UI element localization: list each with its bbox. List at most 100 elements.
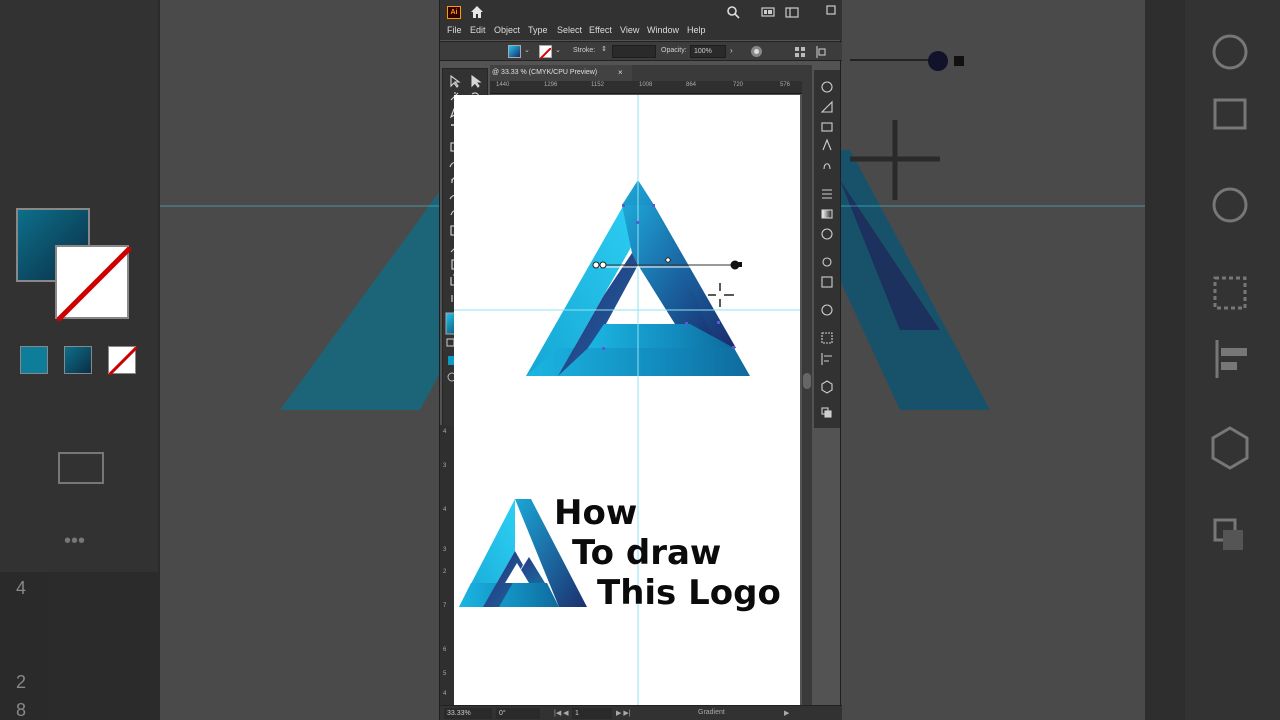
search-icon[interactable]: [726, 5, 740, 19]
ruler-label: 720: [733, 82, 744, 88]
ruler-label: 2: [443, 569, 447, 575]
color-panel-icon[interactable]: [821, 81, 833, 93]
ruler-label: 1008: [639, 82, 653, 88]
artboard-number-field[interactable]: 1: [572, 708, 612, 719]
ruler-label: 1152: [591, 82, 604, 88]
ruler-label: 864: [686, 82, 697, 88]
direct-selection-tool-icon[interactable]: [471, 74, 482, 88]
3d-materials-icon[interactable]: [821, 380, 833, 394]
close-icon[interactable]: ×: [618, 65, 623, 81]
vertical-scrollbar[interactable]: [802, 81, 812, 707]
background-ruler: 4 2 8: [0, 572, 48, 720]
brushes-icon[interactable]: [822, 138, 832, 151]
right-panel-dock: [814, 70, 840, 428]
ruler-label: 4: [443, 691, 447, 697]
background-stroke-swatch: [55, 245, 133, 323]
headline-line-3: This Logo: [597, 573, 781, 613]
menu-bar: File Edit Object Type Select Effect View…: [440, 22, 842, 40]
first-artboard-icon[interactable]: |◀ ◀: [554, 709, 569, 717]
document-tab[interactable]: @ 33.33 % (CMYK/CPU Preview) ×: [490, 65, 632, 81]
control-bar: ⌄ ⌄ Stroke: ⇕ Opacity: 100% ›: [440, 41, 842, 61]
recolor-icon[interactable]: [750, 45, 763, 58]
home-icon[interactable]: [469, 4, 485, 20]
fill-swatch[interactable]: [508, 45, 521, 58]
background-ruler-label: 2: [16, 672, 27, 692]
stroke-swatch[interactable]: [539, 45, 552, 60]
scrollbar-thumb[interactable]: [803, 373, 811, 389]
menu-type[interactable]: Type: [528, 25, 548, 35]
symbols-icon[interactable]: [823, 163, 831, 170]
ruler-label: 576: [780, 82, 791, 88]
status-menu-icon[interactable]: ▶: [784, 709, 789, 717]
background-right-icons: [1185, 0, 1280, 720]
swatches-icon[interactable]: [821, 122, 833, 132]
current-tool-label: Gradient: [698, 709, 725, 716]
zoom-field[interactable]: 33.33%: [444, 708, 492, 719]
color-guide-icon[interactable]: [820, 100, 833, 113]
gradient-panel-icon[interactable]: [821, 209, 833, 219]
stroke-panel-icon[interactable]: [822, 189, 832, 199]
transform-panel-icon[interactable]: [821, 332, 833, 344]
panel-icons: [820, 81, 833, 418]
menu-file[interactable]: File: [447, 25, 462, 35]
status-bar: 33.33% 0° |◀ ◀ 1 ▶ ▶| Gradient ▶: [440, 705, 842, 720]
menu-help[interactable]: Help: [687, 25, 706, 35]
align-panel-icon[interactable]: [821, 353, 832, 365]
pathfinder-front: [824, 410, 832, 418]
background-ruler-label: 8: [16, 700, 27, 720]
rotation-field[interactable]: 0°: [496, 708, 540, 719]
background-ruler-label: 4: [16, 578, 27, 598]
transform-icon[interactable]: [812, 46, 826, 58]
artboard[interactable]: How To draw This Logo: [454, 95, 800, 705]
stepper-icon[interactable]: ⇕: [601, 45, 607, 53]
workspace-icon[interactable]: [785, 5, 799, 19]
layers-icon[interactable]: [821, 304, 833, 316]
selection-tool-icon[interactable]: [450, 74, 461, 88]
background-gradient-mode: [64, 346, 92, 374]
ruler-label: 7: [443, 603, 447, 609]
graphic-styles-icon[interactable]: [821, 276, 833, 288]
ruler-label: 4: [443, 507, 447, 513]
opacity-field[interactable]: 100%: [690, 45, 726, 58]
stroke-weight-field[interactable]: [612, 45, 656, 58]
stage: ••• 4 2 8 Ai File Edit Object Type Selec…: [0, 0, 1280, 720]
background-color-mode: [20, 346, 48, 374]
app-logo: Ai: [447, 6, 461, 19]
ruler-label: 1440: [496, 82, 510, 88]
menu-window[interactable]: Window: [647, 25, 679, 35]
ruler-label: 6: [443, 647, 447, 653]
align-icon[interactable]: [794, 46, 806, 58]
menu-view[interactable]: View: [620, 25, 639, 35]
vertical-ruler: 4 3 4 3 2 7 6 5 4: [440, 425, 454, 705]
transparency-icon[interactable]: [821, 228, 833, 240]
window-restore-icon[interactable]: [824, 3, 838, 17]
menu-effect[interactable]: Effect: [589, 25, 612, 35]
menu-edit[interactable]: Edit: [470, 25, 486, 35]
stroke-label: Stroke:: [573, 47, 596, 54]
chevron-down-icon[interactable]: ⌄: [524, 46, 530, 54]
default-colors-icon[interactable]: [446, 338, 455, 347]
headline-line-1: How: [554, 493, 638, 533]
ruler-label: 1296: [544, 82, 558, 88]
document-tab-bar: @ 33.33 % (CMYK/CPU Preview) ×: [490, 65, 812, 81]
ruler-label: 3: [443, 547, 447, 553]
horizontal-ruler: 1440 1296 1152 1008 864 720 576: [490, 81, 812, 94]
canvas-area[interactable]: How To draw This Logo: [454, 95, 802, 707]
menu-object[interactable]: Object: [494, 25, 520, 35]
background-toolbar: •••: [0, 0, 158, 572]
chevron-right-icon[interactable]: ›: [730, 46, 733, 55]
background-none-mode: [107, 345, 139, 377]
next-artboard-icon[interactable]: ▶ ▶|: [616, 709, 631, 717]
chevron-down-icon[interactable]: ⌄: [555, 46, 561, 54]
ruler-label: 3: [443, 463, 447, 469]
artwork: [454, 95, 800, 705]
headline-line-2: To draw: [572, 533, 722, 573]
appearance-icon[interactable]: [822, 257, 832, 267]
ruler-label: 5: [443, 671, 447, 677]
menu-select[interactable]: Select: [557, 25, 582, 35]
arrange-documents-icon[interactable]: [761, 5, 775, 19]
document-tab-title: @ 33.33 % (CMYK/CPU Preview): [492, 69, 598, 76]
title-bar: Ai: [440, 0, 842, 24]
crosshair-cursor-icon: [708, 283, 734, 307]
opacity-label: Opacity:: [661, 47, 687, 54]
